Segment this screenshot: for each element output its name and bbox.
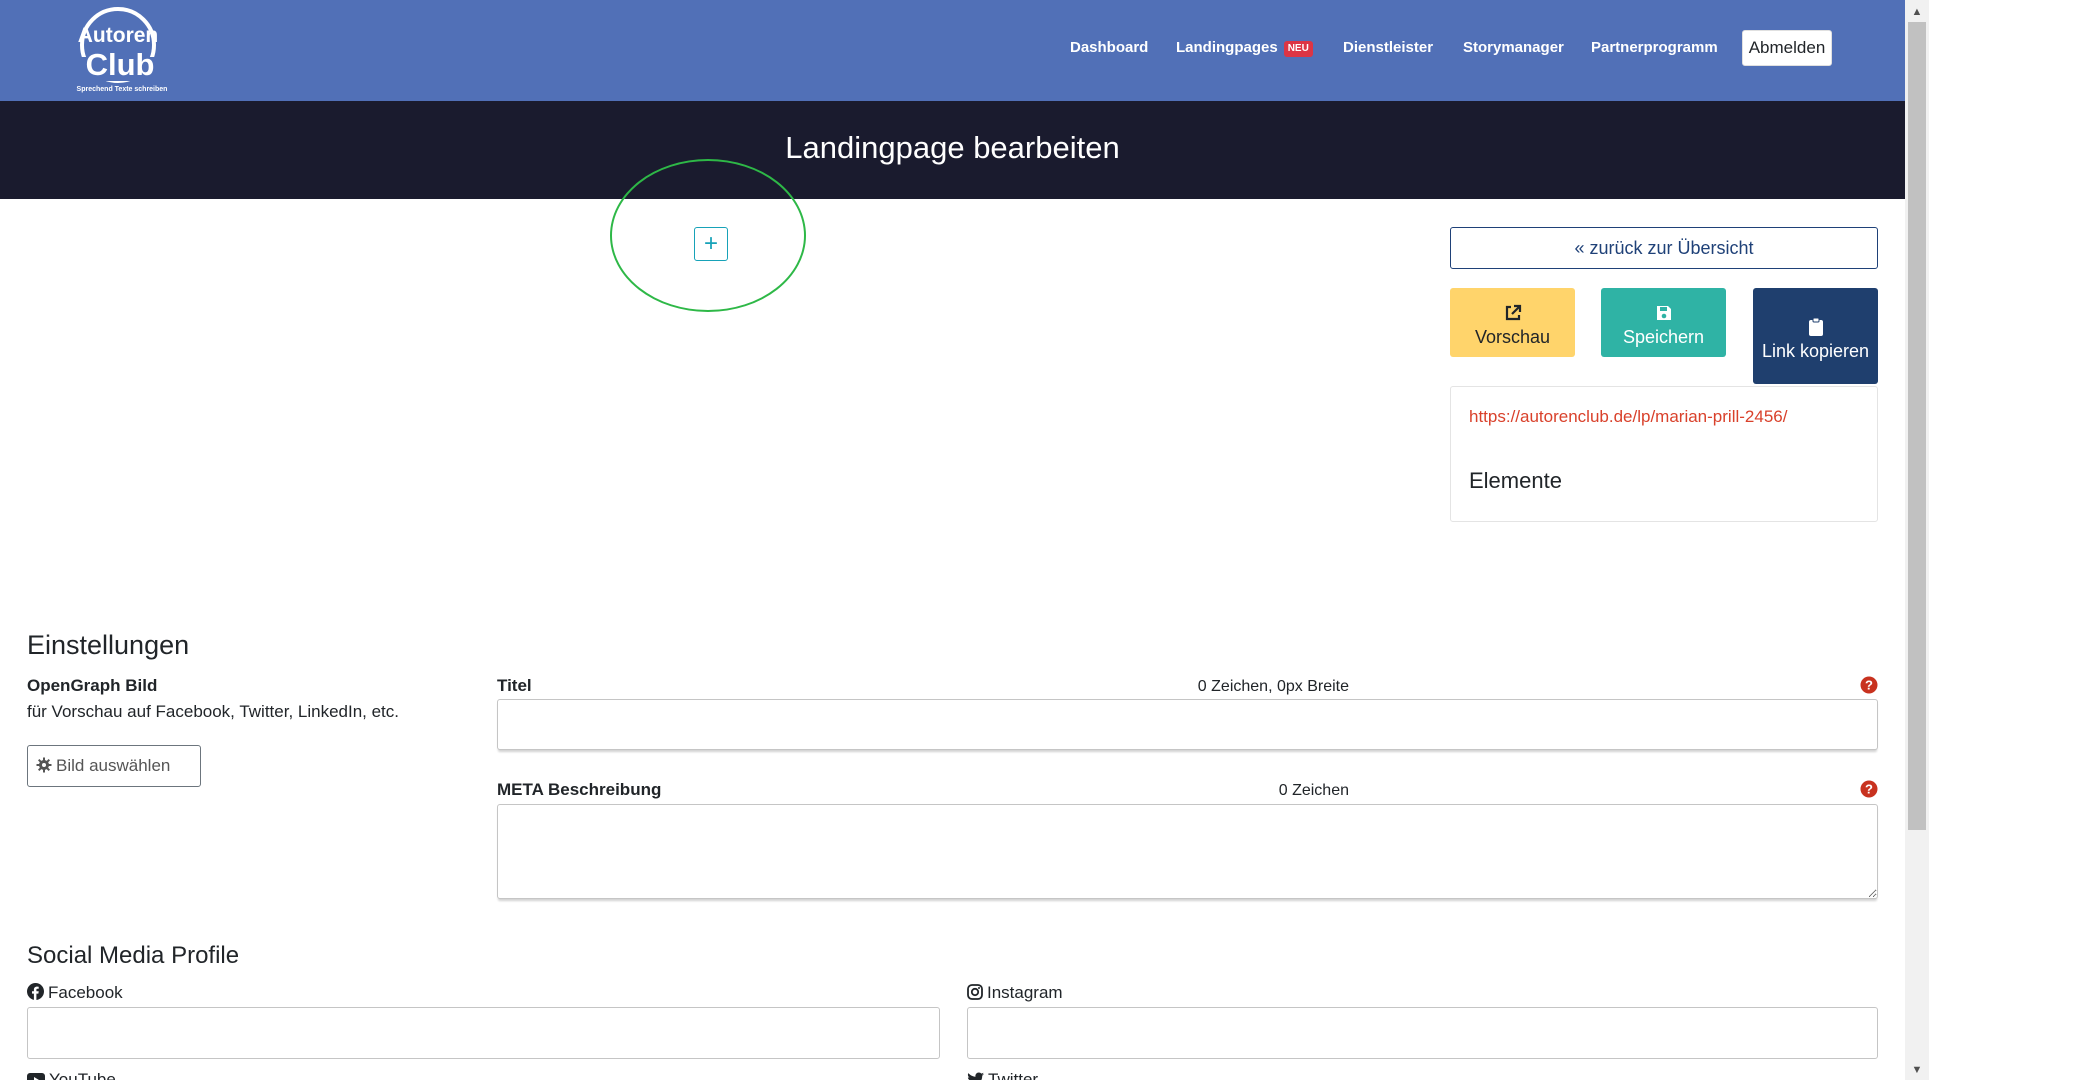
scroll-down-arrow-icon[interactable]: ▼ bbox=[1905, 1060, 1929, 1080]
nav-dashboard[interactable]: Dashboard bbox=[1070, 39, 1148, 57]
nav-partnerprogramm[interactable]: Partnerprogramm bbox=[1591, 39, 1718, 57]
social-media-heading: Social Media Profile bbox=[27, 942, 240, 969]
preview-label: Vorschau bbox=[1474, 327, 1551, 347]
meta-char-counter: 0 Zeichen bbox=[1278, 782, 1349, 799]
nav-storymanager[interactable]: Storymanager bbox=[1463, 39, 1564, 57]
question-circle-icon[interactable]: ? bbox=[1860, 676, 1878, 694]
logout-button[interactable]: Abmelden bbox=[1742, 30, 1832, 66]
title-label: Titel bbox=[497, 676, 532, 695]
page-title: Landingpage bearbeiten bbox=[785, 130, 1120, 165]
nav-landingpages[interactable]: Landingpages NEU bbox=[1176, 39, 1313, 57]
twitter-icon bbox=[967, 1072, 984, 1080]
settings-heading: Einstellungen bbox=[27, 630, 190, 660]
svg-text:Autoren: Autoren bbox=[78, 24, 159, 47]
clipboard-icon bbox=[1808, 317, 1823, 336]
meta-description-label: META Beschreibung bbox=[497, 780, 662, 799]
gear-icon bbox=[36, 757, 52, 773]
select-image-label: Bild auswählen bbox=[56, 756, 171, 775]
title-char-counter: 0 Zeichen, 0px Breite bbox=[1197, 678, 1349, 695]
nav-dienstleister[interactable]: Dienstleister bbox=[1343, 39, 1433, 57]
youtube-icon bbox=[27, 1073, 45, 1080]
facebook-label: Facebook bbox=[27, 983, 123, 1003]
instagram-label: Instagram bbox=[967, 983, 1063, 1003]
opengraph-hint: für Vorschau auf Facebook, Twitter, Link… bbox=[27, 702, 400, 721]
youtube-label: YouTube bbox=[27, 1070, 116, 1080]
copy-link-button[interactable]: Link kopieren bbox=[1753, 288, 1878, 384]
question-circle-icon[interactable]: ? bbox=[1860, 780, 1878, 798]
title-input[interactable] bbox=[497, 699, 1878, 750]
title-bar: Landingpage bearbeiten bbox=[0, 101, 1905, 199]
add-element-button[interactable]: + bbox=[694, 227, 728, 261]
scroll-up-arrow-icon[interactable]: ▲ bbox=[1905, 2, 1929, 22]
floppy-disk-icon bbox=[1656, 306, 1671, 320]
svg-text:Sprechend Texte schreiben: Sprechend Texte schreiben bbox=[77, 86, 168, 93]
new-badge: NEU bbox=[1283, 41, 1313, 57]
autorenclub-logo[interactable]: Autoren Club Sprechend Texte schreiben bbox=[60, 7, 178, 95]
svg-text:?: ? bbox=[1865, 678, 1873, 693]
preview-button[interactable]: Vorschau bbox=[1450, 288, 1575, 357]
save-label: Speichern bbox=[1622, 327, 1705, 347]
svg-text:?: ? bbox=[1865, 782, 1873, 797]
back-to-overview-button[interactable]: « zurück zur Übersicht bbox=[1450, 227, 1878, 269]
landingpage-info-card: https://autorenclub.de/lp/marian-prill-2… bbox=[1450, 386, 1878, 522]
copy-link-label: Link kopieren bbox=[1761, 340, 1870, 361]
landingpage-url-link[interactable]: https://autorenclub.de/lp/marian-prill-2… bbox=[1469, 407, 1787, 427]
save-button[interactable]: Speichern bbox=[1601, 288, 1726, 357]
facebook-icon bbox=[27, 983, 44, 1000]
select-image-button[interactable]: Bild auswählen bbox=[27, 745, 201, 787]
instagram-input[interactable] bbox=[967, 1007, 1878, 1059]
elements-heading: Elemente bbox=[1469, 468, 1562, 493]
external-link-icon bbox=[1505, 304, 1521, 321]
top-navbar: Autoren Club Sprechend Texte schreiben D… bbox=[0, 0, 1905, 101]
facebook-input[interactable] bbox=[27, 1007, 940, 1059]
nav-landingpages-label: Landingpages bbox=[1176, 39, 1278, 56]
vertical-scrollbar[interactable]: ▲ ▼ bbox=[1905, 0, 1929, 1080]
viewport: Autoren Club Sprechend Texte schreiben D… bbox=[0, 0, 1905, 1080]
instagram-icon bbox=[967, 984, 983, 1000]
opengraph-label: OpenGraph Bild bbox=[27, 676, 158, 695]
svg-text:Club: Club bbox=[86, 47, 155, 82]
meta-description-textarea[interactable] bbox=[497, 804, 1878, 899]
scrollbar-thumb[interactable] bbox=[1908, 22, 1926, 830]
twitter-label: Twitter bbox=[967, 1070, 1038, 1080]
